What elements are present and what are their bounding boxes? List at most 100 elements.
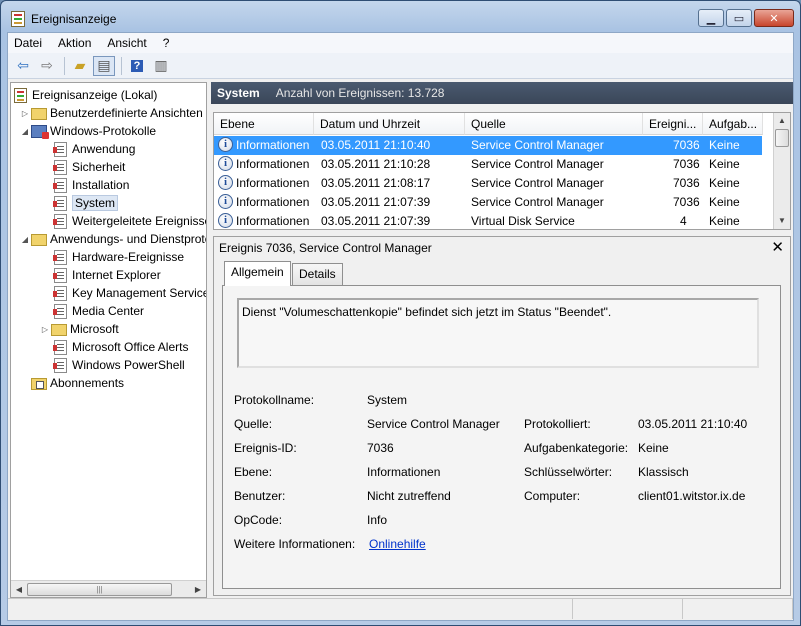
menu-ansicht[interactable]: Ansicht — [107, 36, 146, 50]
column-header-ereignis-id[interactable]: Ereigni... — [643, 113, 703, 135]
maximize-button[interactable]: ▭ — [726, 9, 752, 27]
table-row[interactable]: i Informationen 03.05.2011 21:10:28 Serv… — [214, 155, 762, 174]
log-icon — [53, 267, 67, 283]
log-icon — [53, 141, 67, 157]
cell-task: Keine — [709, 157, 740, 171]
scroll-up-arrow-icon[interactable]: ▲ — [774, 113, 790, 129]
event-viewer-icon — [11, 11, 25, 27]
folder-icon — [31, 234, 47, 246]
expand-arrow-icon[interactable]: ▷ — [39, 325, 51, 334]
show-hide-action-pane-icon[interactable]: ▥ — [150, 56, 172, 76]
close-detail-icon[interactable]: ✕ — [771, 238, 784, 256]
tree-item-app-service-logs[interactable]: ◢ Anwendungs- und Dienstprotokolle — [19, 230, 206, 248]
value-ereignis-id: 7036 — [367, 441, 394, 455]
label-protokolliert: Protokolliert: — [524, 417, 591, 431]
tree-item-internet-explorer[interactable]: Internet Explorer — [53, 266, 161, 284]
column-header-datum[interactable]: Datum und Uhrzeit — [314, 113, 465, 135]
tree-item-event-viewer-local[interactable]: Ereignisanzeige (Lokal) — [14, 86, 157, 104]
tree-item-forwarded-events[interactable]: Weitergeleitete Ereignisse — [53, 212, 206, 230]
tree-item-media-center[interactable]: Media Center — [53, 302, 144, 320]
log-icon — [53, 339, 67, 355]
show-hide-console-tree-icon[interactable]: ▤ — [93, 55, 115, 76]
events-vertical-scrollbar[interactable]: ▲ ▼ — [773, 113, 790, 229]
tree-item-sicherheit[interactable]: Sicherheit — [53, 158, 125, 176]
console-tree: Ereignisanzeige (Lokal) ▷ Benutzerdefini… — [10, 82, 207, 598]
forward-arrow-icon[interactable]: ⇨ — [36, 56, 58, 76]
label-benutzer: Benutzer: — [234, 489, 286, 503]
label-ereignis-id: Ereignis-ID: — [234, 441, 297, 455]
scroll-left-arrow-icon[interactable]: ◀ — [11, 581, 27, 597]
column-header-ebene[interactable]: Ebene — [214, 113, 314, 135]
scroll-right-arrow-icon[interactable]: ▶ — [190, 581, 206, 597]
tree-item-hardware-events[interactable]: Hardware-Ereignisse — [53, 248, 184, 266]
back-arrow-icon[interactable]: ⇦ — [12, 56, 34, 76]
tree-item-label: Microsoft — [70, 322, 119, 336]
tree-item-abonnements[interactable]: Abonnements — [31, 374, 124, 392]
app-window: Ereignisanzeige ▁ ▭ ✕ Datei Aktion Ansic… — [0, 0, 801, 626]
status-segment — [8, 599, 573, 619]
menu-aktion[interactable]: Aktion — [58, 36, 91, 50]
scroll-thumb[interactable]: ||| — [27, 582, 172, 596]
tab-details[interactable]: Details — [292, 263, 343, 285]
scroll-down-arrow-icon[interactable]: ▼ — [774, 213, 790, 229]
tree-item-system[interactable]: System — [53, 194, 119, 212]
tree-item-key-management-service[interactable]: Key Management Service — [53, 284, 206, 302]
tab-allgemein[interactable]: Allgemein — [224, 261, 291, 286]
cell-level: Informationen — [236, 157, 310, 171]
scroll-track[interactable]: ||| — [27, 582, 190, 597]
cell-level: Informationen — [236, 176, 310, 190]
log-header: System Anzahl von Ereignissen: 13.728 — [211, 82, 793, 104]
collapse-arrow-icon[interactable]: ◢ — [19, 127, 31, 136]
tree-item-label: Microsoft Office Alerts — [72, 340, 189, 354]
close-button[interactable]: ✕ — [754, 9, 794, 27]
tree-item-label: Sicherheit — [72, 160, 126, 174]
value-quelle: Service Control Manager — [367, 417, 500, 431]
cell-source: Virtual Disk Service — [471, 214, 575, 228]
help-icon[interactable]: ? — [126, 56, 148, 76]
tree-item-custom-views[interactable]: ▷ Benutzerdefinierte Ansichten — [19, 104, 203, 122]
menu-datei[interactable]: Datei — [14, 36, 42, 50]
tree-item-microsoft[interactable]: ▷ Microsoft — [39, 320, 119, 338]
information-icon: i — [218, 156, 233, 171]
cell-source: Service Control Manager — [471, 195, 604, 209]
scroll-thumb[interactable] — [775, 129, 789, 147]
tree-item-anwendung[interactable]: Anwendung — [53, 140, 135, 158]
label-schluesselwoerter: Schlüsselwörter: — [524, 465, 613, 479]
log-icon — [53, 285, 67, 301]
value-aufgabenkategorie: Keine — [638, 441, 669, 455]
column-header-aufgabe[interactable]: Aufgab... — [703, 113, 763, 135]
title-bar[interactable]: Ereignisanzeige ▁ ▭ ✕ — [1, 1, 800, 33]
tree-item-label: Ereignisanzeige (Lokal) — [32, 88, 158, 102]
folder-up-icon[interactable]: ▰ — [69, 56, 91, 76]
tree-item-label: System — [72, 195, 119, 211]
collapse-arrow-icon[interactable]: ◢ — [19, 235, 31, 244]
table-row[interactable]: i Informationen 03.05.2011 21:07:39 Serv… — [214, 193, 762, 212]
table-row[interactable]: i Informationen 03.05.2011 21:10:40 Serv… — [214, 136, 762, 155]
onlinehilfe-link[interactable]: Onlinehilfe — [369, 537, 426, 551]
cell-event-id: 7036 — [673, 176, 700, 190]
cell-source: Service Control Manager — [471, 138, 604, 152]
tree-item-office-alerts[interactable]: Microsoft Office Alerts — [53, 338, 188, 356]
tree-item-windows-powershell[interactable]: Windows PowerShell — [53, 356, 185, 374]
menu-help[interactable]: ? — [163, 36, 170, 50]
column-header-quelle[interactable]: Quelle — [465, 113, 643, 135]
tree-item-installation[interactable]: Installation — [53, 176, 129, 194]
event-description[interactable]: Dienst "Volumeschattenkopie" befindet si… — [237, 298, 759, 368]
windows-logs-folder-icon — [31, 124, 49, 139]
cell-task: Keine — [709, 176, 740, 190]
tree-item-label: Abonnements — [50, 376, 125, 390]
tree-item-label: Media Center — [72, 304, 145, 318]
tree-horizontal-scrollbar[interactable]: ◀ ||| ▶ — [11, 580, 206, 597]
expand-arrow-icon[interactable]: ▷ — [19, 109, 31, 118]
status-bar — [8, 598, 793, 619]
minimize-button[interactable]: ▁ — [698, 9, 724, 27]
table-row[interactable]: i Informationen 03.05.2011 21:07:39 Virt… — [214, 212, 762, 229]
log-title: System — [217, 86, 260, 100]
folder-icon — [51, 324, 67, 336]
toolbar-separator — [121, 56, 122, 75]
tree-item-windows-logs[interactable]: ◢ Windows-Protokolle — [19, 122, 156, 140]
client-area: Datei Aktion Ansicht ? ⇦ ⇨ ▰ ▤ ? ▥ Ereig… — [7, 32, 794, 621]
table-row[interactable]: i Informationen 03.05.2011 21:08:17 Serv… — [214, 174, 762, 193]
cell-source: Service Control Manager — [471, 176, 604, 190]
cell-level: Informationen — [236, 195, 310, 209]
